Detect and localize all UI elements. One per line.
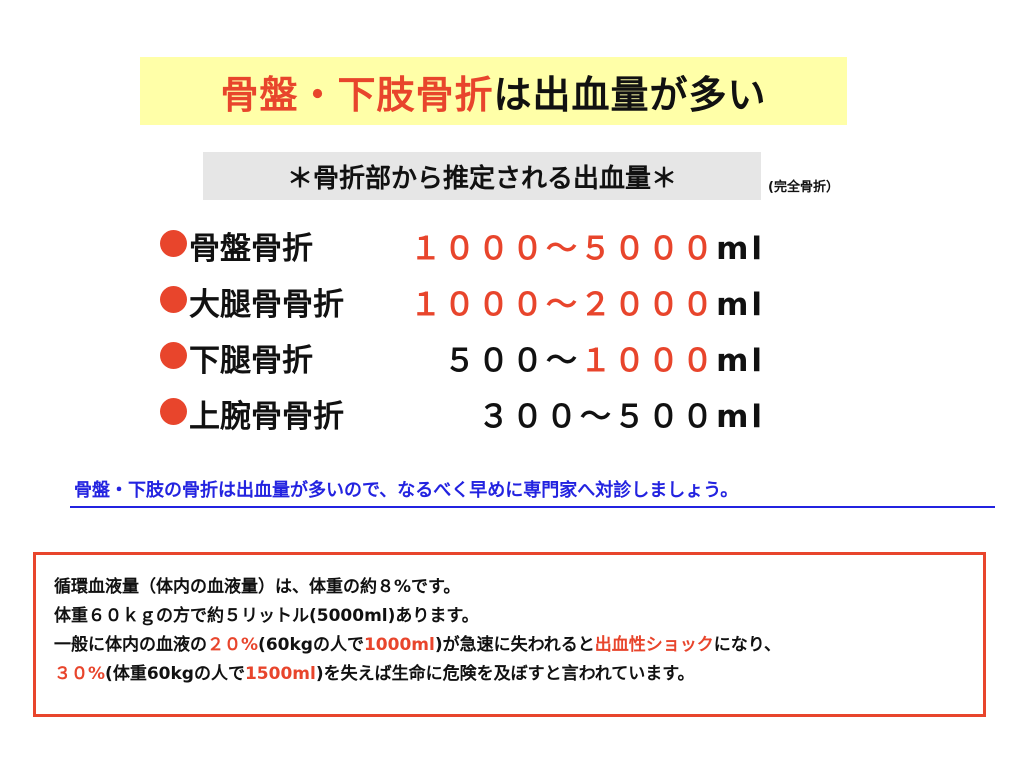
list-item-humerus: 上腕骨骨折 ３００〜５００ml [160, 386, 770, 442]
list-item-pelvis: 骨盤骨折 １０００〜５０００ml [160, 218, 770, 274]
title-red-part: 骨盤・下肢骨折 [220, 72, 494, 117]
fracture-list: 骨盤骨折 １０００〜５０００ml 大腿骨骨折 １０００〜２０００ml 下腿骨折 … [160, 218, 770, 442]
blood-loss-value: ３００〜５００ml [478, 399, 765, 435]
fracture-label: 大腿骨骨折 [189, 287, 344, 323]
blood-loss-value: １０００〜５０００ml [410, 231, 765, 267]
info-line-1: 循環血液量（体内の血液量）は、体重の約８%です。 [54, 577, 461, 597]
list-item-femur: 大腿骨骨折 １０００〜２０００ml [160, 274, 770, 330]
title-black-part: は出血量が多い [493, 72, 767, 117]
blood-loss-value: ５００〜１０００ml [444, 343, 765, 379]
fracture-label: 下腿骨折 [189, 343, 313, 379]
info-line-4: ３０%(体重60kgの人で1500ml)を失えば生命に危険を及ぼすと言われていま… [54, 664, 695, 684]
info-line-3: 一般に体内の血液の２０%(60kgの人で1000ml)が急速に失われると出血性シ… [54, 635, 782, 655]
bullet-icon [160, 286, 187, 313]
bullet-icon [160, 342, 187, 369]
subtitle-banner: ＊骨折部から推定される出血量＊ [203, 152, 761, 200]
advice-link[interactable]: 骨盤・下肢の骨折は出血量が多いので、なるべく早めに専門家へ対診しましょう。 [70, 476, 995, 508]
blood-loss-value: １０００〜２０００ml [410, 287, 765, 323]
list-item-lower-leg: 下腿骨折 ５００〜１０００ml [160, 330, 770, 386]
fracture-label: 骨盤骨折 [189, 231, 313, 267]
bullet-icon [160, 398, 187, 425]
bullet-icon [160, 230, 187, 257]
info-line-2: 体重６０ｋｇの方で約５リットル(5000ml)あります。 [54, 606, 479, 626]
subtitle-note: (完全骨折） [768, 180, 839, 195]
fracture-label: 上腕骨骨折 [189, 399, 344, 435]
info-box: 循環血液量（体内の血液量）は、体重の約８%です。 体重６０ｋｇの方で約５リットル… [33, 552, 986, 717]
title-banner: 骨盤・下肢骨折 は出血量が多い [140, 57, 847, 125]
subtitle-text: ＊骨折部から推定される出血量＊ [286, 163, 677, 194]
